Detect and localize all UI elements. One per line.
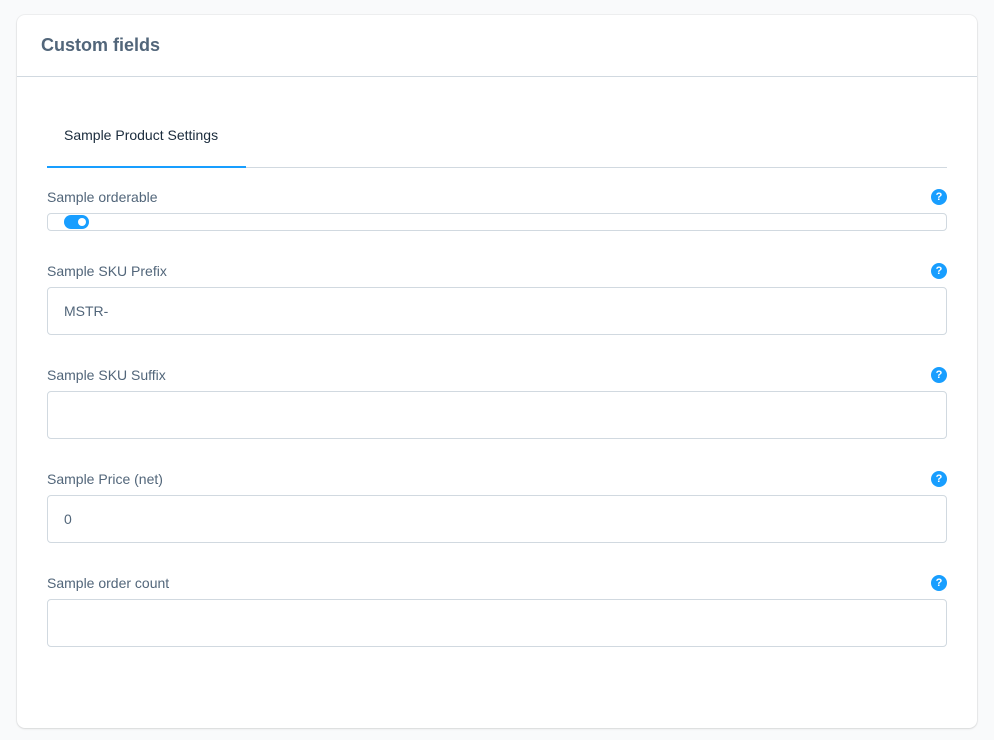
- field-sample-sku-suffix: Sample SKU Suffix ?: [47, 365, 947, 439]
- sample-orderable-toggle[interactable]: [64, 215, 89, 229]
- tab-sample-product-settings[interactable]: Sample Product Settings: [47, 110, 246, 168]
- help-icon[interactable]: ?: [931, 367, 947, 383]
- sample-sku-suffix-label: Sample SKU Suffix: [47, 367, 166, 383]
- sample-price-net-input[interactable]: [47, 495, 947, 543]
- help-icon[interactable]: ?: [931, 263, 947, 279]
- sample-sku-prefix-input[interactable]: [47, 287, 947, 335]
- sample-order-count-label: Sample order count: [47, 575, 170, 591]
- field-sample-orderable: Sample orderable ?: [47, 187, 947, 231]
- sample-price-net-label: Sample Price (net): [47, 471, 163, 487]
- sample-orderable-label: Sample orderable: [47, 189, 158, 205]
- sample-sku-prefix-label: Sample SKU Prefix: [47, 263, 167, 279]
- sample-order-count-input[interactable]: [47, 599, 947, 647]
- help-icon[interactable]: ?: [931, 189, 947, 205]
- toggle-knob: [78, 218, 86, 226]
- sample-orderable-switch-field: [47, 213, 947, 231]
- field-sample-sku-prefix: Sample SKU Prefix ?: [47, 261, 947, 335]
- sample-sku-suffix-input[interactable]: [47, 391, 947, 439]
- field-sample-price-net: Sample Price (net) ?: [47, 469, 947, 543]
- help-icon[interactable]: ?: [931, 575, 947, 591]
- custom-fields-card: Custom fields Sample Product Settings Sa…: [17, 15, 977, 728]
- card-header: Custom fields: [17, 15, 977, 77]
- card-title: Custom fields: [41, 35, 161, 55]
- field-sample-order-count: Sample order count ?: [47, 573, 947, 647]
- tabs-bar: Sample Product Settings: [47, 110, 947, 168]
- help-icon[interactable]: ?: [931, 471, 947, 487]
- card-body: Sample Product Settings Sample orderable…: [17, 110, 977, 647]
